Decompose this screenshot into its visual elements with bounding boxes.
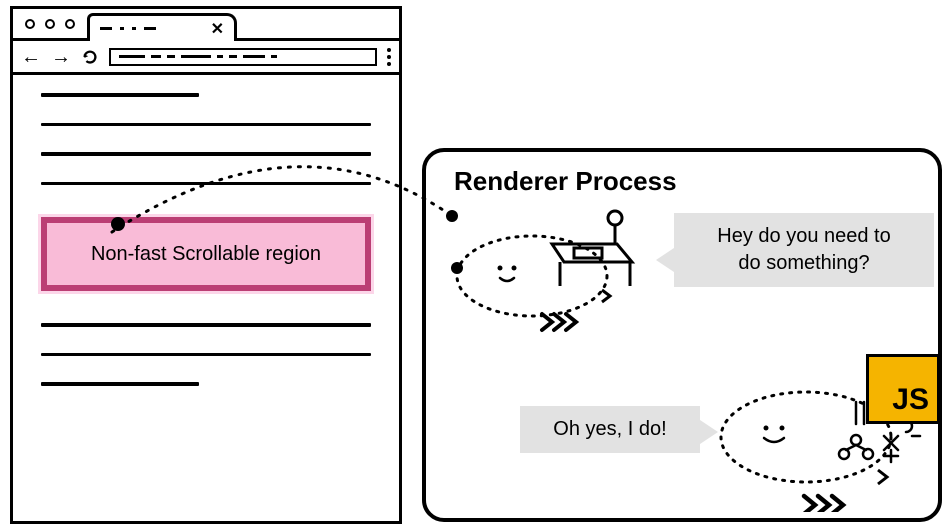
speech-text: Hey do you need to <box>717 225 890 247</box>
renderer-process-box: Renderer Process Hey do you need to do s… <box>422 148 942 522</box>
content-line <box>41 323 371 327</box>
browser-window: ✕ ← → Non-fast Scrollable region <box>10 6 402 524</box>
region-label: Non-fast Scrollable region <box>91 243 321 266</box>
window-control-dot <box>25 19 35 29</box>
window-control-dot <box>45 19 55 29</box>
url-input[interactable] <box>109 48 377 66</box>
pointer-dot <box>111 217 125 231</box>
speech-bubble-main: Oh yes, I do! <box>520 406 700 453</box>
renderer-title: Renderer Process <box>454 166 924 197</box>
content-line <box>41 152 371 156</box>
content-line <box>41 353 371 357</box>
content-line <box>41 93 199 97</box>
js-badge: JS <box>866 354 940 424</box>
tab-close-icon[interactable]: ✕ <box>211 19 224 39</box>
forward-button[interactable]: → <box>51 47 71 67</box>
page-content: Non-fast Scrollable region <box>13 75 399 404</box>
content-line <box>41 123 371 127</box>
speech-text: Oh yes, I do! <box>553 418 666 440</box>
content-line <box>41 382 199 386</box>
speech-text: do something? <box>738 252 869 274</box>
speech-tail <box>656 248 674 272</box>
content-line <box>41 182 371 186</box>
refresh-icon[interactable] <box>81 48 99 66</box>
menu-icon[interactable] <box>387 48 391 66</box>
window-control-dot <box>65 19 75 29</box>
address-bar: ← → <box>13 41 399 75</box>
browser-tab[interactable]: ✕ <box>87 13 237 41</box>
js-badge-text: JS <box>892 383 929 417</box>
compositor-character-icon <box>442 206 652 336</box>
speech-bubble-compositor: Hey do you need to do something? <box>674 213 934 287</box>
non-fast-scrollable-region: Non-fast Scrollable region <box>41 217 371 291</box>
tab-bar: ✕ <box>13 9 399 41</box>
back-button[interactable]: ← <box>21 47 41 67</box>
